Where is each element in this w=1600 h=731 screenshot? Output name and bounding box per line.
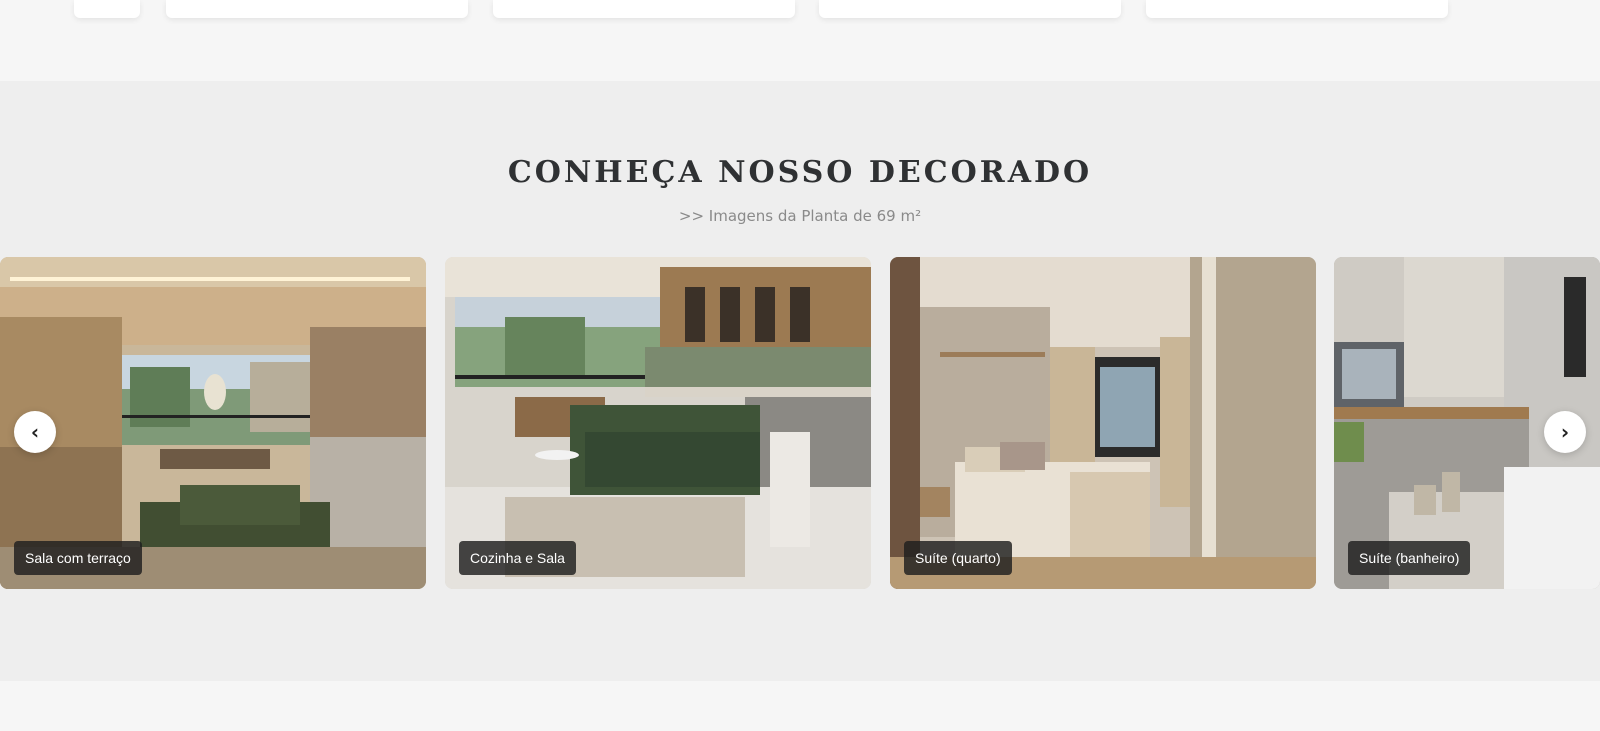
slide-caption: Suíte (banheiro) <box>1348 541 1471 575</box>
slide-caption: Suíte (quarto) <box>904 541 1012 575</box>
bedroom-suite-photo <box>890 257 1316 589</box>
section-title: Conheça nosso decorado <box>507 155 1093 190</box>
gallery-slide-cozinha-sala[interactable]: Cozinha e Sala <box>445 257 871 589</box>
top-card[interactable] <box>166 0 468 18</box>
top-card[interactable] <box>493 0 795 18</box>
gallery-slide-sala-terraco[interactable]: Sala com terraço <box>0 257 426 589</box>
bottom-band <box>0 681 1600 731</box>
chevron-right-icon: › <box>1560 420 1570 444</box>
slide-caption: Cozinha e Sala <box>459 541 576 575</box>
top-card[interactable] <box>819 0 1121 18</box>
decorado-gallery-section: Conheça nosso decorado >> Imagens da Pla… <box>0 81 1600 681</box>
carousel-next-button[interactable]: › <box>1544 411 1586 453</box>
carousel-prev-button[interactable]: ‹ <box>14 411 56 453</box>
living-room-terrace-photo <box>0 257 426 589</box>
top-band <box>0 0 1600 80</box>
slide-caption: Sala com terraço <box>14 541 142 575</box>
top-card[interactable] <box>74 0 140 18</box>
chevron-left-icon: ‹ <box>30 420 40 444</box>
gallery-slide-suite-quarto[interactable]: Suíte (quarto) <box>890 257 1316 589</box>
top-card[interactable] <box>1146 0 1448 18</box>
section-subtitle: >> Imagens da Planta de 69 m² <box>678 207 922 225</box>
kitchen-living-photo <box>445 257 871 589</box>
